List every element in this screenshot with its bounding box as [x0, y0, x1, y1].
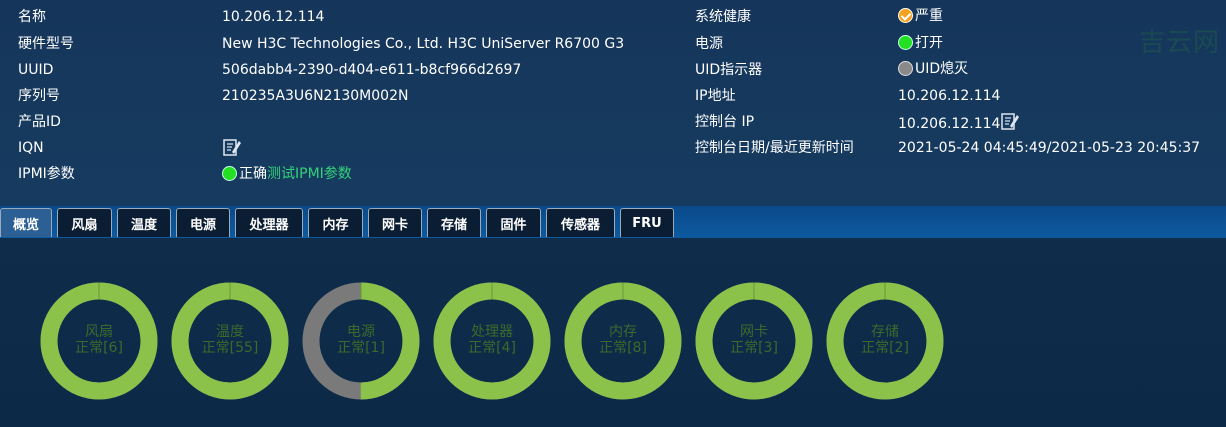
hardware-model-value: New H3C Technologies Co., Ltd. H3C UniSe…: [222, 36, 625, 52]
system-health-label: 系统健康: [695, 9, 751, 25]
edit-icon[interactable]: [1000, 111, 1020, 131]
tab-storage[interactable]: 存储: [427, 208, 481, 237]
donut-label: 风扇: [85, 324, 113, 340]
ipmi-status-text: 正确: [239, 166, 267, 182]
donut-status: 正常[6]: [75, 340, 123, 356]
watermark-logo: 吉云网: [1138, 28, 1220, 58]
donut-temperature[interactable]: 温度 正常[55]: [171, 282, 289, 400]
donut-fans[interactable]: 风扇 正常[6]: [40, 282, 158, 400]
donut-label: 内存: [609, 324, 637, 340]
tab-temperature[interactable]: 温度: [117, 208, 171, 237]
donut-memory[interactable]: 内存 正常[8]: [564, 282, 682, 400]
uid-off-icon: [898, 61, 913, 76]
tab-bar: 概览 风扇 温度 电源 处理器 内存 网卡 存储 固件 传感器 FRU: [0, 206, 1226, 239]
uuid-value: 506dabb4-2390-d404-e611-b8cf966d2697: [222, 62, 522, 78]
tab-power[interactable]: 电源: [176, 208, 230, 237]
power-label: 电源: [695, 36, 723, 52]
warning-check-icon: [898, 8, 913, 23]
console-date-label: 控制台日期/最近更新时间: [695, 140, 854, 156]
tab-firmware[interactable]: 固件: [486, 208, 541, 237]
power-text: 打开: [915, 35, 943, 51]
donut-status: 正常[2]: [861, 340, 909, 356]
ip-address-label: IP地址: [695, 88, 736, 104]
system-health-value: 严重: [898, 7, 943, 25]
donut-label: 温度: [216, 324, 244, 340]
tab-fans[interactable]: 风扇: [57, 208, 112, 237]
power-on-icon: [898, 35, 913, 50]
donut-status: 正常[3]: [730, 340, 778, 356]
donut-processor[interactable]: 处理器 正常[4]: [433, 282, 551, 400]
status-ok-icon: [222, 166, 237, 181]
system-health-text: 严重: [915, 8, 943, 24]
product-id-label: 产品ID: [18, 114, 61, 130]
tab-nic[interactable]: 网卡: [368, 208, 422, 237]
tab-memory[interactable]: 内存: [308, 208, 363, 237]
donut-label: 存储: [871, 324, 899, 340]
uid-text: UID熄灭: [915, 61, 969, 77]
console-ip-value: 10.206.12.114: [898, 111, 1020, 133]
name-label: 名称: [18, 9, 46, 25]
hardware-model-label: 硬件型号: [18, 36, 74, 52]
console-ip-label: 控制台 IP: [695, 114, 755, 130]
name-value: 10.206.12.114: [222, 9, 325, 25]
test-ipmi-link[interactable]: 测试IPMI参数: [267, 166, 352, 182]
tab-overview[interactable]: 概览: [0, 208, 52, 237]
donut-status: 正常[8]: [599, 340, 647, 356]
ipmi-value: 正确测试IPMI参数: [222, 165, 352, 183]
uid-indicator-value: UID熄灭: [898, 60, 968, 78]
uuid-label: UUID: [18, 62, 54, 78]
iqn-label: IQN: [18, 140, 44, 156]
tab-sensors[interactable]: 传感器: [546, 208, 615, 237]
donut-nic[interactable]: 网卡 正常[3]: [695, 282, 813, 400]
edit-icon[interactable]: [222, 137, 242, 157]
donut-power[interactable]: 电源 正常[1]: [302, 282, 420, 400]
tab-processor[interactable]: 处理器: [235, 208, 303, 237]
power-value: 打开: [898, 34, 943, 52]
console-date-value: 2021-05-24 04:45:49/2021-05-23 20:45:37: [898, 140, 1201, 156]
serial-label: 序列号: [18, 88, 60, 104]
donut-status: 正常[4]: [468, 340, 516, 356]
uid-indicator-label: UID指示器: [695, 62, 763, 78]
donut-label: 网卡: [740, 324, 768, 340]
tab-fru[interactable]: FRU: [620, 208, 674, 237]
serial-value: 210235A3U6N2130M002N: [222, 88, 409, 104]
donut-storage[interactable]: 存储 正常[2]: [826, 282, 944, 400]
donut-label: 电源: [347, 324, 375, 340]
donut-label: 处理器: [471, 324, 513, 340]
console-ip-text: 10.206.12.114: [898, 116, 1001, 132]
donut-status: 正常[1]: [337, 340, 385, 356]
donut-status: 正常[55]: [201, 340, 259, 356]
info-panel: 名称 10.206.12.114 硬件型号 New H3C Technologi…: [0, 0, 1226, 206]
iqn-value: [222, 137, 242, 159]
ipmi-label: IPMI参数: [18, 166, 75, 182]
ip-address-value: 10.206.12.114: [898, 88, 1001, 104]
